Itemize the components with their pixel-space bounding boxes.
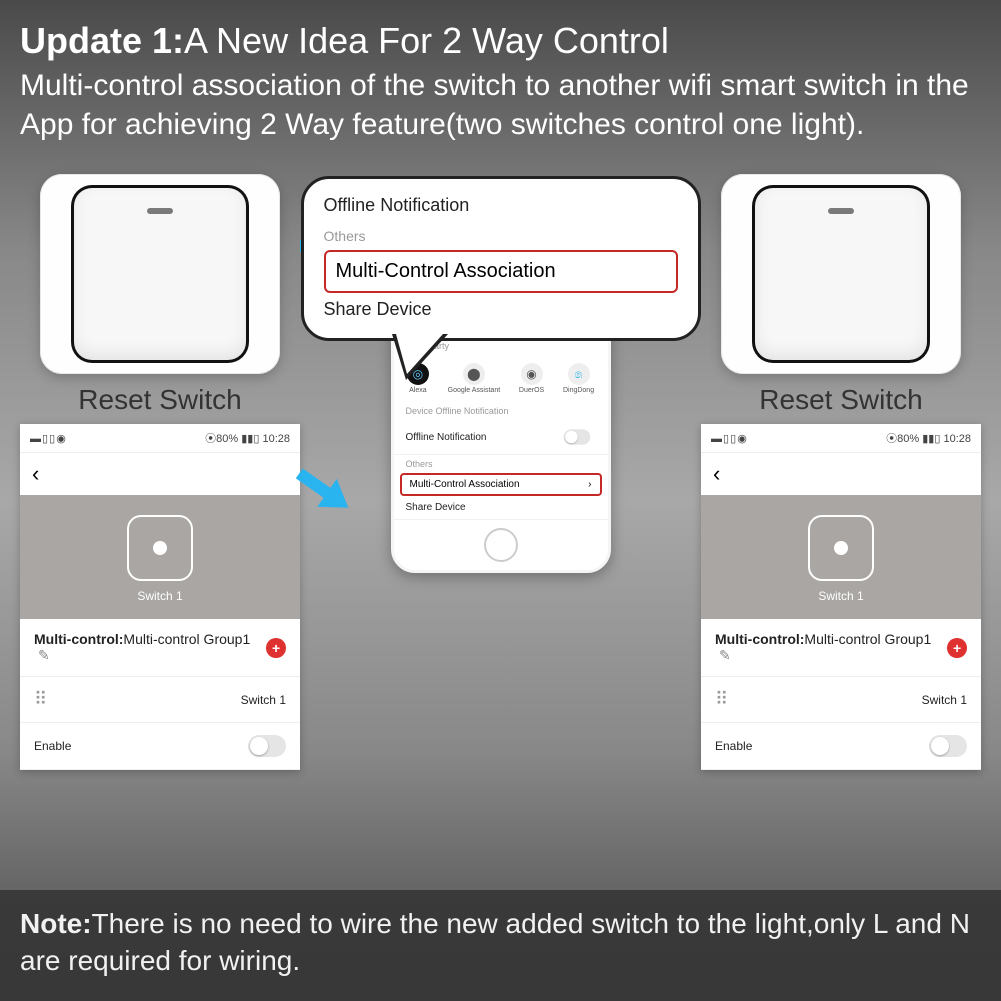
drag-icon: ⠿ (715, 689, 730, 710)
title-bold: Update 1: (20, 20, 184, 61)
switch-label: Switch 1 (241, 693, 286, 707)
switch-row[interactable]: ⠿ Switch 1 (701, 677, 981, 723)
row-label: Offline Notification (406, 432, 487, 443)
back-button[interactable]: ‹ (20, 453, 300, 495)
status-bar: ▬ ▯ ▯ ◉ ⦿80% ▮▮▯ 10:28 (20, 424, 300, 453)
edit-icon[interactable]: ✎ (38, 647, 50, 663)
row-label: Multi-Control Association (410, 479, 520, 490)
note-label: Note: (20, 908, 92, 939)
wall-switch (721, 174, 961, 374)
left-column: Reset Switch ▬ ▯ ▯ ◉ ⦿80% ▮▮▯ 10:28 ‹ Sw… (10, 174, 310, 770)
mca-row[interactable]: Multi-Control Association › (400, 473, 602, 496)
footer-note: Note:There is no need to wire the new ad… (0, 890, 1001, 1001)
phone-screenshot-right: ▬ ▯ ▯ ◉ ⦿80% ▮▮▯ 10:28 ‹ Switch 1 Multi-… (701, 424, 981, 770)
section-label: Others (394, 455, 608, 473)
callout-bubble: Offline Notification Others Multi-Contro… (301, 176, 701, 341)
device-hero: Switch 1 (701, 495, 981, 619)
main-columns: Reset Switch ▬ ▯ ▯ ◉ ⦿80% ▮▮▯ 10:28 ‹ Sw… (0, 174, 1001, 834)
assistant-dingdong[interactable]: ෧DingDong (563, 363, 594, 394)
chevron-icon: › (588, 479, 591, 490)
callout-tail-icon (392, 334, 448, 380)
phone-screenshot-left: ▬ ▯ ▯ ◉ ⦿80% ▮▮▯ 10:28 ‹ Switch 1 Multi-… (20, 424, 300, 770)
list-item[interactable]: Offline Notification (394, 420, 608, 455)
header: Update 1:A New Idea For 2 Way Control Mu… (0, 0, 1001, 164)
row-label: Share Device (406, 502, 466, 513)
enable-row: Enable (701, 723, 981, 770)
add-icon[interactable]: + (947, 638, 967, 658)
switch-row[interactable]: ⠿ Switch 1 (20, 677, 300, 723)
device-button[interactable] (127, 515, 193, 581)
title-rest: A New Idea For 2 Way Control (184, 20, 669, 61)
switch-rocker (74, 188, 246, 360)
device-hero: Switch 1 (20, 495, 300, 619)
callout-section: Others (324, 222, 678, 250)
mc-group: Multi-control Group1 (804, 631, 931, 647)
mc-prefix: Multi-control: (715, 631, 804, 647)
enable-toggle[interactable] (248, 735, 286, 757)
enable-label: Enable (715, 739, 752, 753)
add-icon[interactable]: + (266, 638, 286, 658)
enable-label: Enable (34, 739, 71, 753)
enable-row: Enable (20, 723, 300, 770)
drag-icon: ⠿ (34, 689, 49, 710)
home-button[interactable] (484, 528, 518, 562)
assistant-dueros[interactable]: ◉DuerOS (519, 363, 544, 394)
device-button[interactable] (808, 515, 874, 581)
back-button[interactable]: ‹ (701, 453, 981, 495)
switch-rocker (755, 188, 927, 360)
switch-caption: Reset Switch (78, 384, 241, 416)
multi-control-row[interactable]: Multi-control:Multi-control Group1 ✎ + (701, 619, 981, 677)
list-item[interactable]: Share Device (394, 496, 608, 520)
title: Update 1:A New Idea For 2 Way Control (20, 20, 981, 62)
middle-column: Offline Notification Others Multi-Contro… (331, 174, 671, 573)
toggle[interactable] (563, 429, 590, 444)
wall-switch (40, 174, 280, 374)
device-label: Switch 1 (137, 589, 182, 603)
callout-line: Share Device (324, 293, 678, 326)
callout-highlight[interactable]: Multi-Control Association (324, 250, 678, 293)
switch-label: Switch 1 (922, 693, 967, 707)
assistant-google[interactable]: ⬤Google Assistant (448, 363, 501, 394)
status-right: ⦿80% ▮▮▯ 10:28 (205, 430, 290, 446)
mc-group: Multi-control Group1 (123, 631, 250, 647)
status-bar: ▬ ▯ ▯ ◉ ⦿80% ▮▮▯ 10:28 (701, 424, 981, 453)
status-icons: ▬ ▯ ▯ ◉ (30, 432, 65, 445)
section-label: Device Offline Notification (394, 402, 608, 420)
callout-line: Offline Notification (324, 189, 678, 222)
mc-prefix: Multi-control: (34, 631, 123, 647)
subtitle: Multi-control association of the switch … (20, 66, 981, 144)
enable-toggle[interactable] (929, 735, 967, 757)
right-column: Reset Switch ▬ ▯ ▯ ◉ ⦿80% ▮▮▯ 10:28 ‹ Sw… (691, 174, 991, 770)
note-text: There is no need to wire the new added s… (20, 908, 970, 975)
switch-caption: Reset Switch (759, 384, 922, 416)
hand-holding-phone: Offline Notification Others Multi-Contro… (341, 304, 661, 573)
device-label: Switch 1 (818, 589, 863, 603)
status-icons: ▬ ▯ ▯ ◉ (711, 432, 746, 445)
multi-control-row[interactable]: Multi-control:Multi-control Group1 ✎ + (20, 619, 300, 677)
status-right: ⦿80% ▮▮▯ 10:28 (886, 430, 971, 446)
edit-icon[interactable]: ✎ (719, 647, 731, 663)
